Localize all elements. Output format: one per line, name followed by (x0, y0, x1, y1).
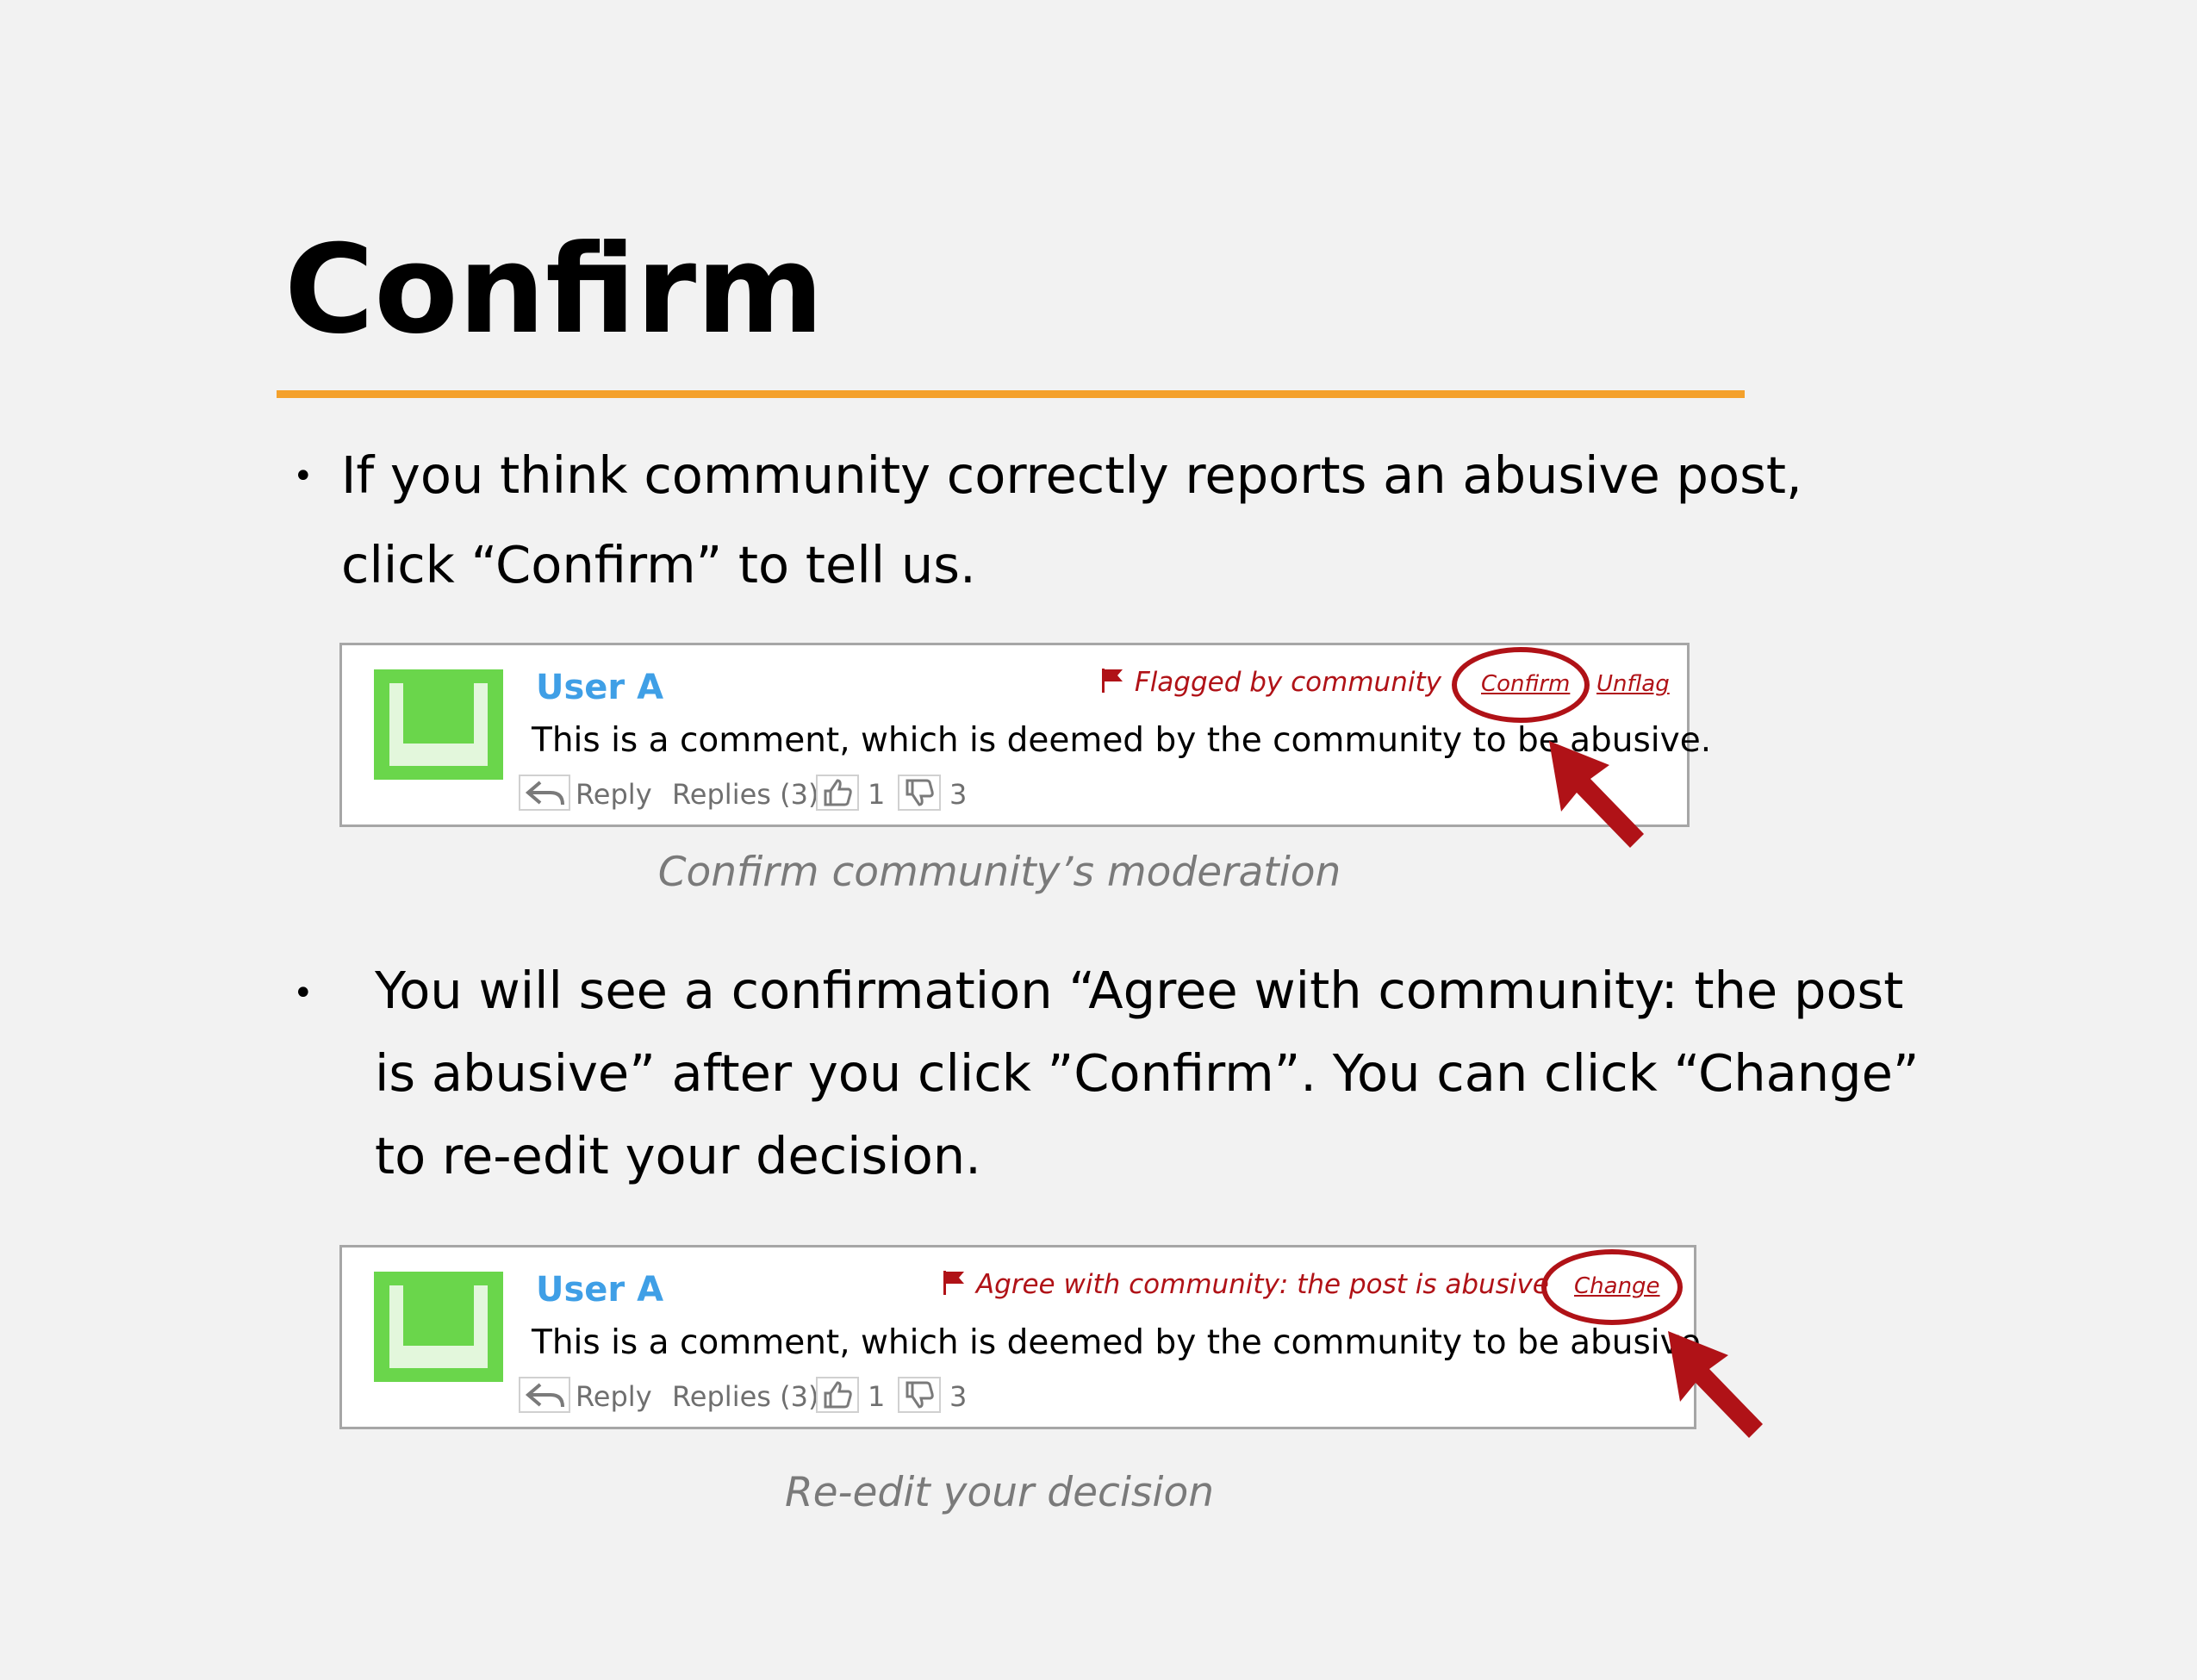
card-1-thumbs-down-icon[interactable] (898, 775, 941, 811)
card-2-thumbs-up-icon[interactable] (816, 1377, 859, 1413)
caption-1: Confirm community’s moderation (657, 849, 1341, 896)
comment-card-2: User A Agree with community: the post is… (339, 1245, 1711, 1429)
card-1-flag-row: Flagged by community (1098, 667, 1441, 698)
card-1-flag-status: Flagged by community (1134, 667, 1441, 698)
card-1-replies-link[interactable]: Replies (3) (672, 773, 818, 816)
card-2-username[interactable]: User A (536, 1270, 663, 1310)
avatar-1-identicon-icon (374, 669, 503, 780)
bullet-1-text: If you think community correctly reports… (341, 431, 1802, 610)
bullet-2-line-3: to re-edit your decision. (375, 1126, 981, 1185)
card-2-pointer-arrow-icon (1668, 1331, 1763, 1438)
title-underline (277, 390, 1745, 398)
bullet-1-dot: • (293, 457, 314, 496)
card-1-unflag-link[interactable]: Unflag (1596, 671, 1670, 697)
card-2-likes-count: 1 (868, 1380, 886, 1413)
flag-icon (1102, 669, 1123, 693)
card-1-dislikes-count: 3 (949, 778, 968, 811)
card-2-reply-label: Reply (576, 1380, 652, 1413)
card-1-thumbs-up-icon[interactable] (816, 775, 859, 811)
card-1-reply-label: Reply (576, 778, 652, 811)
slide-title: Confirm (284, 219, 825, 361)
card-2-change-highlight-ring (1541, 1249, 1683, 1325)
card-2-replies-link[interactable]: Replies (3) (672, 1375, 818, 1418)
card-2-comment-text: This is a comment, which is deemed by th… (532, 1323, 1712, 1362)
avatar-2-identicon-icon (374, 1272, 503, 1382)
card-1-username[interactable]: User A (536, 668, 663, 707)
comment-card-1: User A Flagged by community Confirm Unfl… (339, 643, 1711, 827)
bullet-2-text: You will see a confirmation “Agree with … (375, 949, 1920, 1198)
card-2-dislikes-count: 3 (949, 1380, 968, 1413)
reply-icon (519, 775, 570, 811)
card-2-thumbs-down-icon[interactable] (898, 1377, 941, 1413)
bullet-2-line-2: is abusive” after you click ”Confirm”. Y… (375, 1043, 1920, 1103)
caption-2: Re-edit your decision (784, 1469, 1215, 1516)
bullet-2-dot: • (293, 974, 314, 1013)
card-2-flag-status: Agree with community: the post is abusiv… (975, 1269, 1549, 1300)
card-1-pointer-arrow-icon (1549, 741, 1644, 848)
card-1-likes-count: 1 (868, 778, 886, 811)
flag-icon (943, 1271, 964, 1295)
bullet-1-line-2: click “Confirm” to tell us. (341, 535, 976, 594)
bullet-1-line-1: If you think community correctly reports… (341, 445, 1802, 505)
reply-icon (519, 1377, 570, 1413)
card-2-flag-row: Agree with community: the post is abusiv… (940, 1269, 1549, 1300)
bullet-2-line-1: You will see a confirmation “Agree with … (375, 961, 1904, 1020)
card-1-confirm-highlight-ring (1452, 647, 1590, 723)
